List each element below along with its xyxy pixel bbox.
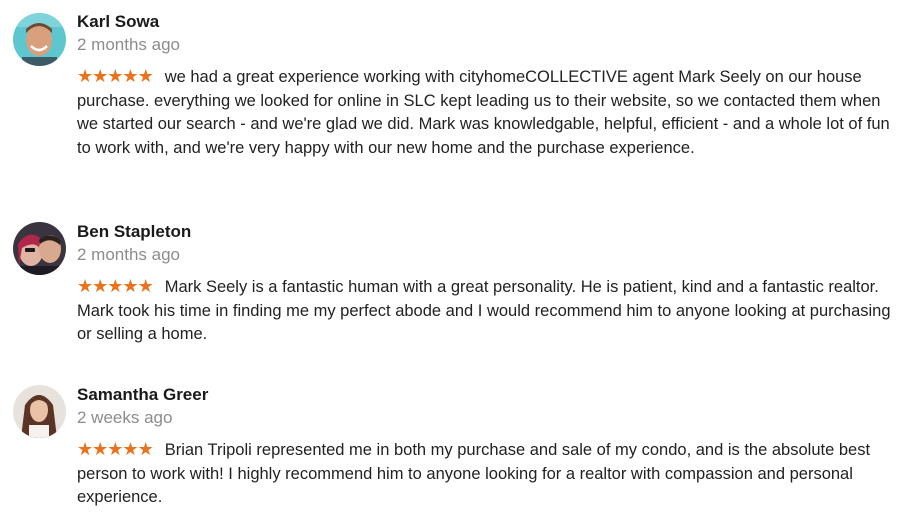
star-rating: ★★★★★ [77,276,154,296]
review-body: ★★★★★ Mark Seely is a fantastic human wi… [77,276,892,347]
star-icon: ★ [122,66,138,86]
star-icon: ★ [137,439,154,459]
star-icon: ★ [77,66,93,86]
star-icon: ★ [137,66,154,86]
star-icon: ★ [107,66,123,86]
star-icon: ★ [122,439,138,459]
star-icon: ★ [77,439,93,459]
review-time: 2 months ago [77,35,181,54]
review-author[interactable]: Samantha Greer [77,385,208,405]
avatar[interactable] [13,222,66,275]
review-text: Brian Tripoli represented me in both my … [77,441,871,506]
avatar-photo [13,13,66,66]
star-rating: ★★★★★ [77,439,154,459]
star-icon: ★ [122,276,138,296]
star-icon: ★ [107,276,123,296]
avatar[interactable] [13,13,66,66]
review-author[interactable]: Ben Stapleton [77,222,191,242]
avatar[interactable] [13,385,66,438]
review-body: ★★★★★ we had a great experience working … [77,66,892,160]
star-icon: ★ [107,439,123,459]
star-icon: ★ [137,276,154,296]
review-body: ★★★★★ Brian Tripoli represented me in bo… [77,439,892,510]
star-icon: ★ [92,66,108,86]
review-text: Mark Seely is a fantastic human with a g… [77,278,891,343]
review-text: we had a great experience working with c… [77,68,890,157]
review-time: 2 weeks ago [77,408,173,427]
star-icon: ★ [77,276,93,296]
star-rating: ★★★★★ [77,66,154,86]
star-icon: ★ [92,276,108,296]
avatar-photo [13,385,66,438]
star-icon: ★ [92,439,108,459]
avatar-photo [13,222,66,275]
review-time: 2 months ago [77,245,181,264]
review-author[interactable]: Karl Sowa [77,12,159,32]
